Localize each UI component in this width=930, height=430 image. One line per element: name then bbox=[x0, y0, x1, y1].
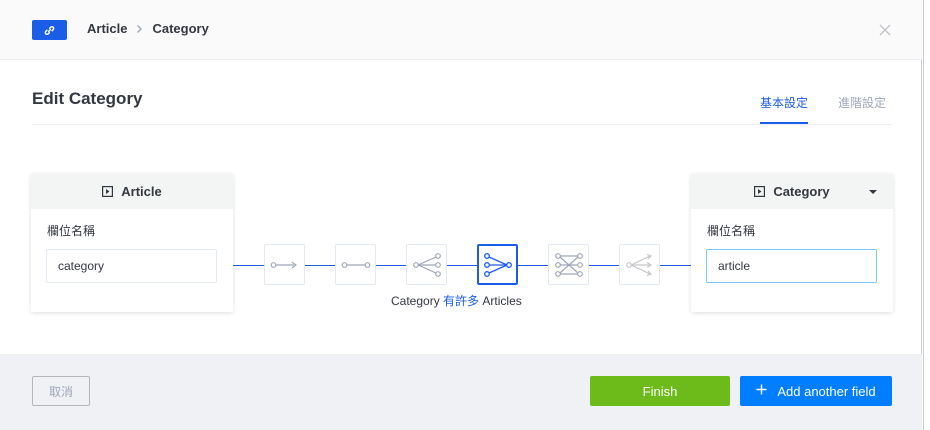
modal-title: Edit Category bbox=[32, 89, 143, 108]
many-to-many-relation-icon bbox=[554, 252, 584, 278]
tab-basic-settings[interactable]: 基本設定 bbox=[760, 94, 809, 124]
link-icon bbox=[44, 25, 55, 36]
add-another-field-button[interactable]: Add another field bbox=[740, 376, 892, 406]
many-to-one-relation-icon bbox=[483, 252, 513, 278]
right-field-name-input[interactable] bbox=[706, 249, 877, 283]
window-edge bbox=[922, 0, 930, 430]
left-model-card: Article 欄位名稱 bbox=[31, 174, 233, 312]
relation-badge bbox=[32, 20, 67, 40]
close-icon[interactable] bbox=[876, 21, 894, 39]
right-model-card: Category 欄位名稱 bbox=[691, 174, 893, 312]
edit-relation-modal: Article Category Edit Category 基本設定 進階設定… bbox=[0, 0, 922, 430]
plus-icon bbox=[756, 383, 767, 399]
breadcrumb-item-article[interactable]: Article bbox=[87, 21, 127, 36]
breadcrumb: Article Category bbox=[87, 21, 209, 36]
tab-advanced-settings[interactable]: 進階設定 bbox=[838, 94, 886, 124]
relation-many-to-one-button[interactable] bbox=[477, 244, 518, 285]
one-way-relation-icon bbox=[270, 259, 300, 271]
left-model-header: Article bbox=[31, 174, 233, 209]
title-divider bbox=[32, 124, 892, 125]
left-field-label: 欄位名稱 bbox=[47, 224, 96, 238]
relation-many-to-many-button[interactable] bbox=[548, 244, 589, 285]
left-field-name-input[interactable] bbox=[46, 249, 217, 283]
right-model-header[interactable]: Category bbox=[691, 174, 893, 209]
chevron-down-icon[interactable] bbox=[869, 190, 877, 194]
finish-button[interactable]: Finish bbox=[590, 376, 730, 406]
many-way-relation-icon bbox=[625, 252, 655, 278]
left-model-name: Article bbox=[121, 184, 162, 199]
relation-caption: Category 有許多 Articles bbox=[391, 292, 522, 309]
content-type-icon bbox=[102, 186, 114, 197]
content-type-icon bbox=[754, 186, 766, 197]
one-to-one-relation-icon bbox=[341, 259, 371, 271]
modal-header: Article Category bbox=[0, 0, 922, 60]
breadcrumb-item-category: Category bbox=[152, 21, 209, 36]
window-edge-line bbox=[923, 0, 924, 430]
relation-caption-left: Category bbox=[391, 294, 440, 308]
relation-many-way-button[interactable] bbox=[619, 244, 660, 285]
relation-one-to-many-button[interactable] bbox=[406, 244, 447, 285]
add-another-field-label: Add another field bbox=[777, 383, 876, 399]
relation-caption-keyword: 有許多 bbox=[443, 294, 480, 308]
one-to-many-relation-icon bbox=[412, 252, 442, 278]
settings-tabs: 基本設定 進階設定 bbox=[760, 94, 916, 124]
relation-caption-right: Articles bbox=[482, 294, 522, 308]
relation-one-way-button[interactable] bbox=[264, 244, 305, 285]
right-field-label: 欄位名稱 bbox=[707, 224, 756, 238]
cancel-button[interactable]: 取消 bbox=[32, 376, 90, 406]
relation-one-to-one-button[interactable] bbox=[335, 244, 376, 285]
right-model-name: Category bbox=[773, 184, 830, 199]
chevron-right-icon bbox=[136, 24, 143, 34]
